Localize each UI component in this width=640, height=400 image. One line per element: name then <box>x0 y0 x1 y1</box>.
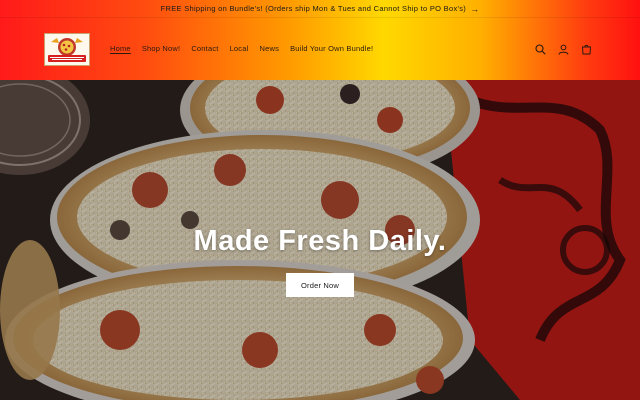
search-icon[interactable] <box>535 42 546 55</box>
nav-local[interactable]: Local <box>230 44 249 53</box>
hero-banner: Made Fresh Daily. Order Now <box>0 80 640 400</box>
arrow-right-icon[interactable]: → <box>470 4 479 14</box>
order-now-button[interactable]: Order Now <box>286 273 354 297</box>
hero-title: Made Fresh Daily. <box>193 225 447 257</box>
cart-icon[interactable] <box>581 42 592 55</box>
nav-news[interactable]: News <box>260 44 280 53</box>
site-header: FREE Shipping on Bundle's! (Orders ship … <box>0 0 640 80</box>
announcement-bar[interactable]: FREE Shipping on Bundle's! (Orders ship … <box>0 0 640 18</box>
announcement-text[interactable]: FREE Shipping on Bundle's! (Orders ship … <box>161 4 466 13</box>
nav-shop-now[interactable]: Shop Now! <box>142 44 181 53</box>
main-nav: Home Shop Now! Contact Local News Build … <box>110 44 384 53</box>
logo-image <box>45 34 89 65</box>
nav-contact[interactable]: Contact <box>191 44 218 53</box>
header-icons <box>535 42 592 55</box>
store-logo[interactable] <box>44 33 90 66</box>
nav-build-bundle[interactable]: Build Your Own Bundle! <box>290 44 373 53</box>
nav-home[interactable]: Home <box>110 44 131 53</box>
account-icon[interactable] <box>558 42 569 55</box>
